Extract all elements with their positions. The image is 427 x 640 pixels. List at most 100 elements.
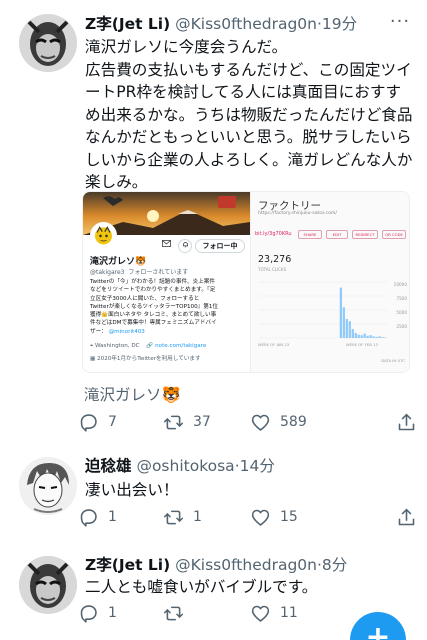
tweet-actions: 1 1 15 — [78, 502, 418, 532]
tweet-text: 凄い出会い！ — [85, 481, 179, 499]
user-avatar[interactable] — [19, 556, 77, 614]
tweet-text-line: 滝沢ガレソに今度会うんだ。 — [85, 38, 288, 56]
tweet-text: 二人とも嘘食いがバイブルです。 — [85, 578, 318, 596]
retweet-button[interactable]: 1 — [163, 502, 202, 532]
mail-icon — [159, 239, 173, 253]
linked-account-name[interactable]: 滝沢ガレソ🐯 — [84, 383, 181, 405]
share-icon — [398, 508, 415, 525]
tweet-time[interactable]: 8分 — [322, 556, 347, 574]
chart-bar — [372, 336, 375, 338]
tweet-header: Z李(Jet Li) @Kiss0fthedrag0n·8分 — [85, 555, 417, 575]
tweet-time[interactable]: 19分 — [322, 15, 357, 33]
bio-line: 件などはDMで募集中！専属フェミニズムアドバイ — [90, 320, 217, 327]
x-tick-label: WEEK OF FEB 13 — [346, 342, 378, 347]
tweet-header: Z李(Jet Li) @Kiss0fthedrag0n·19分 — [85, 14, 417, 34]
heart-icon — [251, 509, 270, 526]
user-handle[interactable]: @oshitokosa — [136, 457, 234, 475]
profile-handle: @takigare3 — [90, 269, 125, 276]
timezone-note: DATA IN UTC — [381, 358, 405, 363]
attached-screenshot[interactable]: フォロー中 滝沢ガレソ🐯 @takigare3 フォローされています Twitt… — [82, 191, 410, 373]
retweet-count: 37 — [193, 414, 211, 430]
profile-handle-row: @takigare3 フォローされています — [90, 267, 188, 276]
heart-icon — [251, 414, 270, 431]
like-count: 11 — [280, 605, 298, 621]
chart-bar — [339, 287, 342, 338]
follows-you-label: フォローされています — [128, 269, 189, 276]
chart-bar — [375, 336, 378, 338]
location-pin-icon: ⌖ — [90, 343, 94, 349]
link-icon: 🔗 — [146, 343, 154, 349]
reply-count: 1 — [108, 509, 117, 525]
avatar-image — [19, 556, 77, 614]
bio-line: Twitterの「今」がわかる！話題の事件、炎上案件 — [90, 279, 216, 285]
chart-bar — [384, 337, 387, 338]
user-avatar[interactable] — [19, 14, 77, 72]
heart-icon — [251, 605, 270, 622]
retweet-icon — [163, 606, 184, 620]
tweet-actions: 7 37 589 — [78, 407, 418, 437]
chart-bar — [366, 335, 369, 338]
tweet-text-line: ートPR枠を検討してる人には真面目におすす — [85, 83, 402, 101]
tweet-1[interactable]: Z李(Jet Li) @Kiss0fthedrag0n·19分 ··· 滝沢ガレ… — [0, 0, 427, 445]
reply-icon — [80, 604, 97, 623]
like-count: 15 — [280, 509, 298, 525]
calendar-icon: ▦ — [90, 356, 96, 362]
more-icon[interactable]: ··· — [387, 13, 413, 36]
bio-link: @minorit403 — [108, 328, 145, 335]
retweet-button[interactable]: 37 — [163, 407, 211, 437]
like-count: 589 — [280, 414, 307, 430]
reply-count: 1 — [108, 605, 117, 621]
reply-icon — [80, 508, 97, 527]
factory-panel: ファクトリー https://factory.shinjuku-sokai.co… — [250, 192, 409, 372]
chart-bar — [369, 335, 372, 338]
chart-bar — [354, 332, 357, 338]
chart-bar — [381, 337, 384, 338]
bio-line: 獲得👑面白いネタや タレコミ、まとめて欲しい事 — [90, 312, 217, 319]
reply-button[interactable]: 1 — [78, 502, 117, 532]
x-tick-label: WEEK OF JAN 23 — [258, 342, 290, 347]
chart-bar — [363, 333, 366, 338]
retweet-icon — [163, 510, 184, 524]
profile-bio: Twitterの「今」がわかる！話題の事件、炎上案件 などをリツイートでわかりや… — [90, 278, 248, 336]
user-handle[interactable]: @Kiss0fthedrag0n — [175, 556, 317, 574]
chart-bar — [342, 307, 345, 338]
profile-name: 滝沢ガレソ🐯 — [90, 257, 147, 267]
tweet-text-line: め出来るかな。うちは物販だったんだけど食品 — [85, 105, 413, 124]
chart-bar — [378, 336, 381, 338]
like-button[interactable]: 11 — [250, 598, 298, 628]
bio-line: Twitterが楽しくなるツイッタラーTOP100』第1位 — [90, 303, 218, 310]
reply-icon — [80, 413, 97, 432]
display-name[interactable]: Z李(Jet Li) — [85, 15, 170, 33]
avatar-image — [19, 457, 77, 515]
retweet-button[interactable] — [163, 598, 193, 628]
y-tick-label: 10000 — [393, 282, 407, 287]
avatar-image — [19, 14, 77, 72]
bio-line: 立区女子3000人に聞いた、フォローすると — [90, 295, 200, 302]
user-handle[interactable]: @Kiss0fthedrag0n — [175, 15, 317, 33]
tweet-2[interactable]: 迫稔雄 @oshitokosa·14分 凄い出会い！ 1 1 15 — [0, 445, 427, 545]
y-tick-label: 2500 — [396, 324, 407, 329]
tweet-text-line: しいから企業の人よろしく。滝ガレどんな人か — [85, 150, 413, 169]
retweet-icon — [163, 415, 184, 429]
tweet-text-line: なんかだともっといいと思う。脱サラしたいら — [85, 128, 412, 146]
user-avatar[interactable] — [19, 457, 77, 515]
profile-avatar — [90, 222, 117, 249]
display-name[interactable]: Z李(Jet Li) — [85, 556, 170, 574]
tweet-time[interactable]: 14分 — [240, 457, 275, 475]
display-name[interactable]: 迫稔雄 — [85, 457, 132, 475]
chart-bar — [351, 329, 354, 338]
tweet-header: 迫稔雄 @oshitokosa·14分 — [85, 456, 417, 476]
reply-button[interactable]: 7 — [78, 407, 117, 437]
follow-button: フォロー中 — [195, 239, 245, 253]
like-button[interactable]: 15 — [250, 502, 298, 532]
tweet-text: 滝沢ガレソに今度会うんだ。 広告費の支払いもするんだけど、この固定ツイ ートPR… — [85, 36, 418, 194]
share-button[interactable] — [396, 407, 417, 437]
bio-line: などをリツイートでわかりやすくまとめます。『足 — [90, 287, 216, 294]
like-button[interactable]: 589 — [250, 407, 307, 437]
share-button[interactable] — [396, 502, 417, 532]
notify-icon — [178, 239, 192, 253]
y-tick-label: 7500 — [396, 296, 407, 301]
profile-location: Washington, DC — [94, 343, 140, 349]
reply-button[interactable]: 1 — [78, 598, 117, 628]
retweet-count: 1 — [193, 509, 202, 525]
